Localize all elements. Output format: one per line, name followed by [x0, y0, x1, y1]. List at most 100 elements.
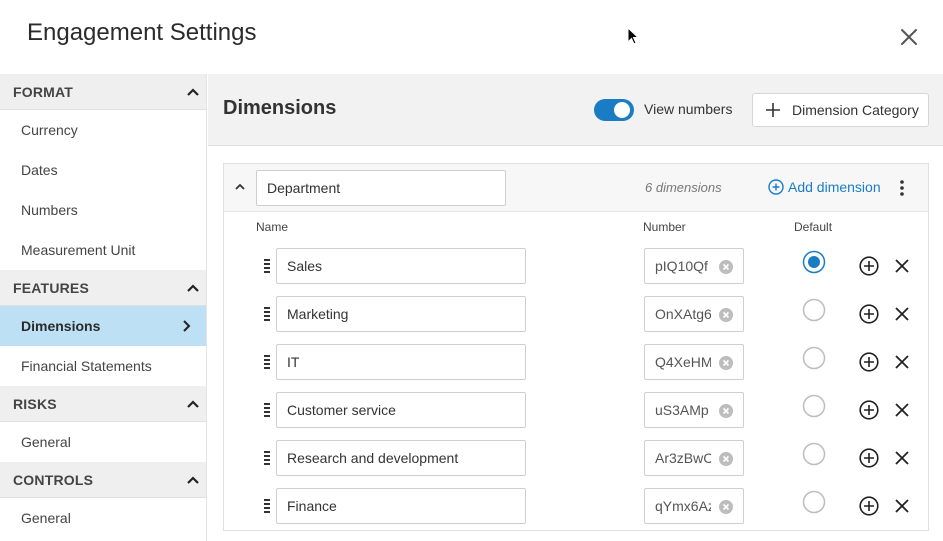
mouse-cursor-icon: [627, 27, 639, 45]
dimension-row: [224, 242, 928, 290]
default-radio[interactable]: [802, 394, 826, 418]
dimension-number-input[interactable]: [645, 489, 711, 523]
category-header: 6 dimensions Add dimension: [224, 164, 928, 212]
section-label: FEATURES: [13, 279, 90, 296]
page-title: Dimensions: [223, 97, 337, 119]
drag-handle-icon[interactable]: [263, 258, 271, 274]
dimension-number-input[interactable]: [645, 345, 711, 379]
dimension-number-field: [644, 392, 744, 428]
clear-icon[interactable]: [719, 308, 733, 322]
dimension-name-input[interactable]: [276, 248, 526, 284]
section-risks-header[interactable]: RISKS: [0, 386, 206, 422]
dimension-number-field: [644, 344, 744, 380]
default-radio[interactable]: [802, 346, 826, 370]
add-circle-icon[interactable]: [859, 496, 879, 516]
chevron-right-icon: [183, 320, 191, 332]
view-numbers-label: View numbers: [644, 101, 733, 117]
add-circle-icon[interactable]: [859, 448, 879, 468]
clear-icon[interactable]: [719, 404, 733, 418]
category-name-input[interactable]: [256, 170, 506, 206]
settings-sidebar: FORMAT Currency Dates Numbers Measuremen…: [0, 74, 207, 541]
column-header-number: Number: [643, 220, 686, 234]
column-header-default: Default: [794, 220, 833, 234]
clear-icon[interactable]: [719, 260, 733, 274]
dimension-name-input[interactable]: [276, 392, 526, 428]
main-content: Dimensions View numbers Dimension Catego…: [208, 74, 943, 541]
view-numbers-toggle[interactable]: [594, 99, 634, 121]
dimension-number-field: [644, 488, 744, 524]
plus-circle-icon: [768, 179, 784, 195]
toggle-knob: [614, 102, 630, 118]
clear-icon[interactable]: [719, 500, 733, 514]
dimension-name-input[interactable]: [276, 296, 526, 332]
sidebar-item-financial-statements[interactable]: Financial Statements: [0, 346, 206, 386]
chevron-up-icon[interactable]: [233, 180, 247, 194]
button-label: Dimension Category: [792, 102, 919, 118]
chevron-up-icon: [187, 87, 199, 96]
section-label: RISKS: [13, 395, 57, 412]
dimension-number-input[interactable]: [645, 297, 711, 331]
delete-icon[interactable]: [894, 258, 910, 274]
dimension-number-input[interactable]: [645, 441, 711, 475]
add-dimension-link[interactable]: Add dimension: [768, 179, 881, 195]
more-vertical-icon[interactable]: [894, 178, 910, 198]
dimensions-toolbar: Dimensions View numbers Dimension Catego…: [208, 74, 943, 146]
dimension-name-input[interactable]: [276, 440, 526, 476]
drag-handle-icon[interactable]: [263, 498, 271, 514]
chevron-up-icon: [187, 475, 199, 484]
dimension-row: [224, 482, 928, 530]
clear-icon[interactable]: [719, 356, 733, 370]
add-circle-icon[interactable]: [859, 400, 879, 420]
dimension-name-input[interactable]: [276, 344, 526, 380]
sidebar-item-label: Dimensions: [21, 318, 101, 334]
dialog-header: Engagement Settings: [0, 0, 943, 74]
add-circle-icon[interactable]: [859, 304, 879, 324]
sidebar-item-dates[interactable]: Dates: [0, 150, 206, 190]
section-label: CONTROLS: [13, 471, 94, 488]
dimension-number-input[interactable]: [645, 249, 711, 283]
dimension-number-field: [644, 440, 744, 476]
default-radio[interactable]: [802, 490, 826, 514]
dimension-row: [224, 338, 928, 386]
close-icon[interactable]: [896, 24, 922, 50]
default-radio[interactable]: [802, 442, 826, 466]
delete-icon[interactable]: [894, 402, 910, 418]
section-format-header[interactable]: FORMAT: [0, 74, 206, 110]
delete-icon[interactable]: [894, 354, 910, 370]
dimension-row: [224, 434, 928, 482]
dimension-number-input[interactable]: [645, 393, 711, 427]
add-circle-icon[interactable]: [859, 352, 879, 372]
plus-icon: [766, 103, 780, 117]
sidebar-item-dimensions[interactable]: Dimensions: [0, 306, 206, 346]
dimension-number-field: [644, 296, 744, 332]
drag-handle-icon[interactable]: [263, 402, 271, 418]
section-label: FORMAT: [13, 83, 74, 100]
sidebar-item-risks-general[interactable]: General: [0, 422, 206, 462]
dimension-row: [224, 386, 928, 434]
sidebar-item-measurement-unit[interactable]: Measurement Unit: [0, 230, 206, 270]
delete-icon[interactable]: [894, 450, 910, 466]
section-controls-header[interactable]: CONTROLS: [0, 462, 206, 498]
default-radio[interactable]: [802, 298, 826, 322]
dimension-category-panel: 6 dimensions Add dimension Name Number D…: [223, 163, 929, 531]
drag-handle-icon[interactable]: [263, 306, 271, 322]
sidebar-item-numbers[interactable]: Numbers: [0, 190, 206, 230]
chevron-up-icon: [187, 399, 199, 408]
section-features-header[interactable]: FEATURES: [0, 270, 206, 306]
add-dimension-category-button[interactable]: Dimension Category: [752, 93, 929, 127]
dimension-name-input[interactable]: [276, 488, 526, 524]
delete-icon[interactable]: [894, 498, 910, 514]
drag-handle-icon[interactable]: [263, 450, 271, 466]
add-circle-icon[interactable]: [859, 256, 879, 276]
clear-icon[interactable]: [719, 452, 733, 466]
chevron-up-icon: [187, 283, 199, 292]
drag-handle-icon[interactable]: [263, 354, 271, 370]
dialog-title: Engagement Settings: [27, 19, 257, 46]
add-dimension-label: Add dimension: [788, 179, 881, 195]
dimension-number-field: [644, 248, 744, 284]
sidebar-item-controls-general[interactable]: General: [0, 498, 206, 538]
column-header-name: Name: [256, 220, 289, 234]
default-radio[interactable]: [802, 250, 826, 274]
sidebar-item-currency[interactable]: Currency: [0, 110, 206, 150]
delete-icon[interactable]: [894, 306, 910, 322]
